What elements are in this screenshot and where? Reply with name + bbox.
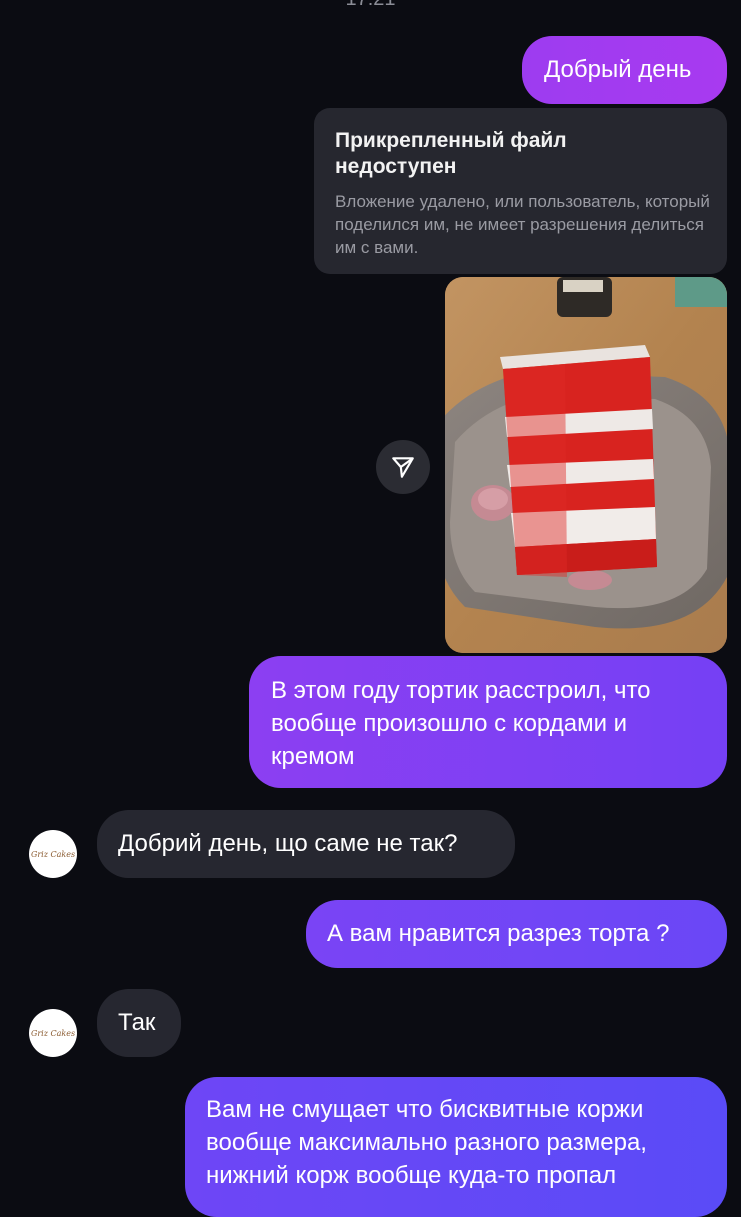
message-text: Так: [118, 1009, 156, 1036]
status-time: 17:21: [0, 0, 741, 11]
message-text: А вам нравится разрез торта ?: [327, 920, 670, 947]
avatar-logo-text: Griz Cakes: [30, 1028, 76, 1038]
message-outgoing[interactable]: А вам нравится разрез торта ?: [306, 900, 727, 968]
contact-avatar[interactable]: Griz Cakes: [29, 1009, 77, 1057]
unavailable-attachment[interactable]: Прикрепленный файл недоступен Вложение у…: [314, 108, 727, 274]
attachment-description: Вложение удалено, или пользователь, кото…: [335, 192, 710, 257]
message-text: В этом году тортик расстроил, что вообще…: [271, 677, 651, 770]
message-incoming[interactable]: Так: [97, 989, 181, 1057]
attachment-title: Прикрепленный файл недоступен: [335, 129, 567, 178]
send-icon: [392, 457, 414, 478]
message-text: Добрий день, що саме не так?: [118, 830, 458, 857]
avatar-logo-text: Griz Cakes: [30, 849, 76, 859]
message-outgoing[interactable]: Вам не смущает что бисквитные коржи вооб…: [185, 1077, 727, 1217]
message-outgoing[interactable]: В этом году тортик расстроил, что вообще…: [249, 656, 727, 788]
cake-photo[interactable]: [445, 277, 727, 653]
cake-photo-image: [445, 277, 727, 653]
contact-avatar[interactable]: Griz Cakes: [29, 830, 77, 878]
message-incoming[interactable]: Добрий день, що саме не так?: [97, 810, 515, 878]
message-outgoing[interactable]: Добрый день: [522, 36, 727, 104]
share-button[interactable]: [376, 440, 430, 494]
message-text: Вам не смущает что бисквитные коржи вооб…: [206, 1096, 647, 1189]
message-text: Добрый день: [544, 56, 692, 83]
